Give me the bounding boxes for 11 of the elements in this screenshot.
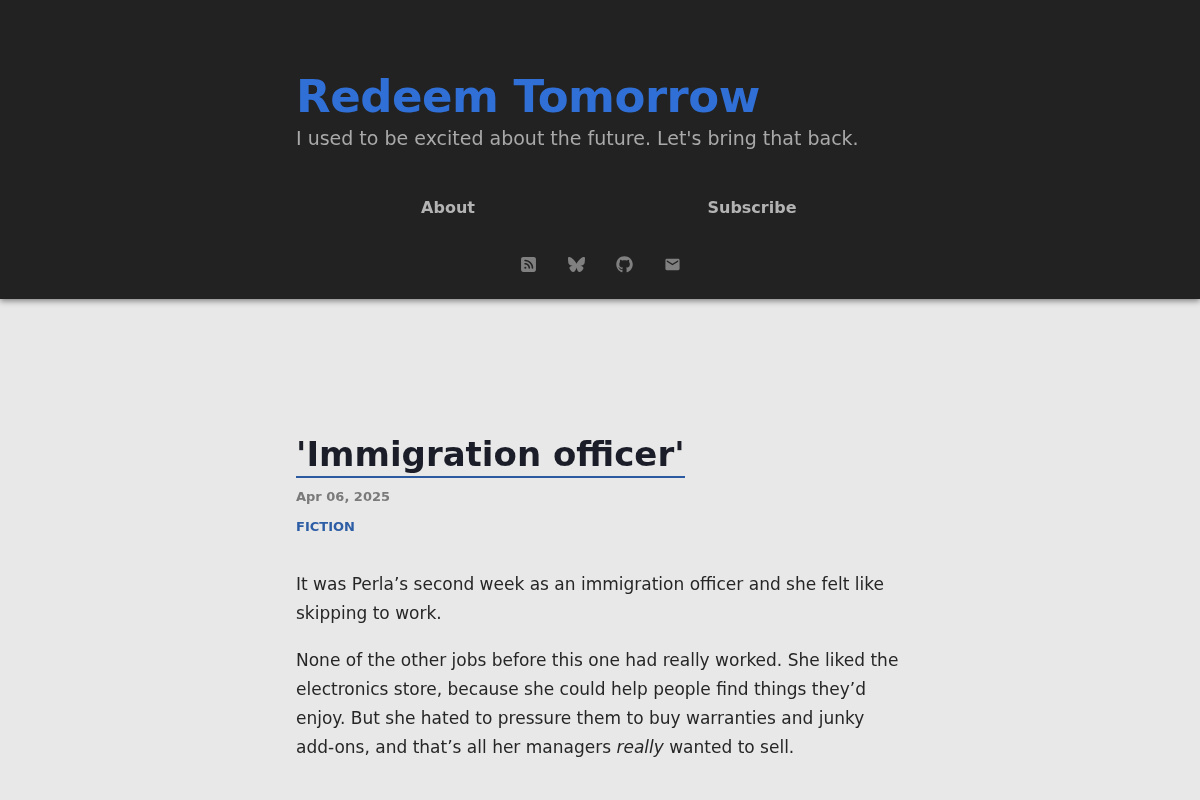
post-date: Apr 06, 2025 [296, 488, 392, 506]
body-paragraph: None of the other jobs before this one had really worked. She liked the electronics store, because she could help people find things they’d enjoy. But she hated to pressure them to buy warranties and junky add-ons, and that’s all her managers really wanted to sell. [296, 649, 900, 759]
site-tagline: I used to be excited about the future. Let's bring that back. [296, 126, 860, 151]
nav-link[interactable]: Subscribe [707, 197, 797, 219]
butterfly-icon[interactable] [567, 256, 585, 273]
mail-icon[interactable] [663, 256, 681, 273]
rss-icon[interactable] [519, 256, 537, 273]
tag-link[interactable]: FICTION [296, 518, 355, 536]
body-paragraph: It was Perla’s second week as an immigration officer and she felt like skipping to work. [296, 573, 885, 625]
post-title[interactable]: 'Immigration officer' [296, 433, 685, 478]
nav-link[interactable]: About [421, 197, 475, 219]
